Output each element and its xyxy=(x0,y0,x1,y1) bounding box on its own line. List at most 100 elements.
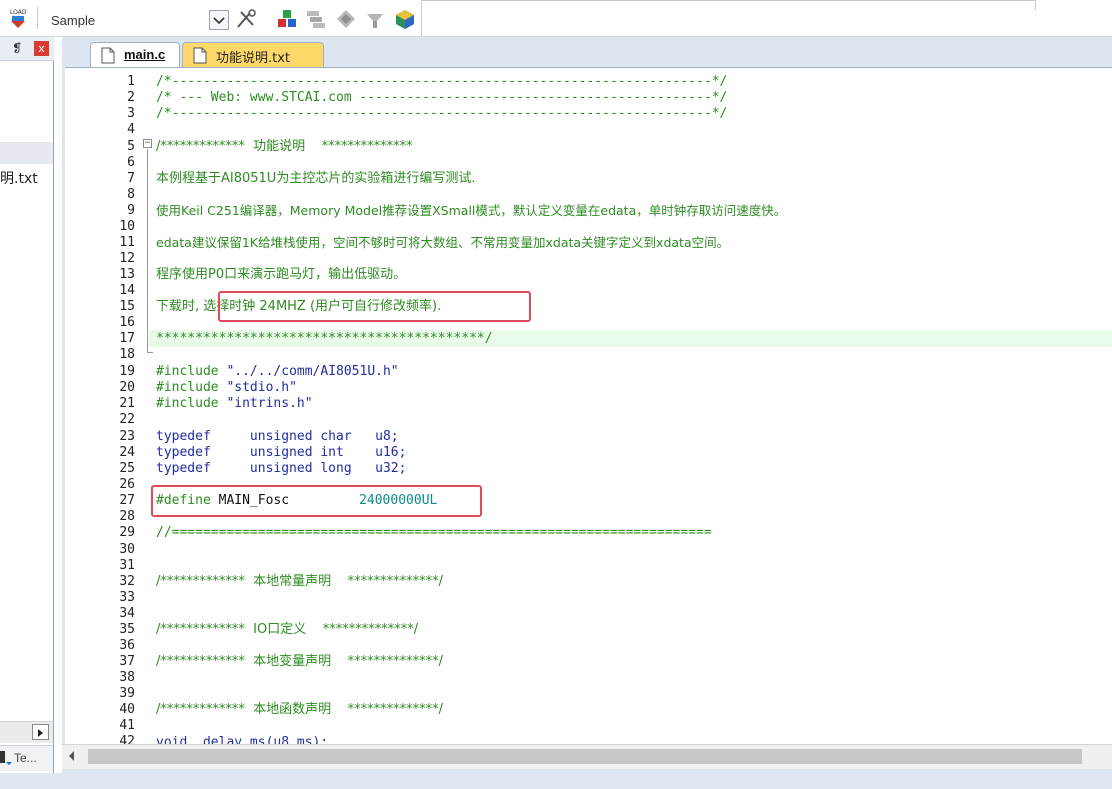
project-tree-selection xyxy=(0,142,53,164)
toolbar-divider xyxy=(1035,0,1036,10)
code-line-13: 程序使用P0口来演示跑马灯，输出低驱动。 xyxy=(156,267,407,282)
line-number: 21 xyxy=(119,396,135,411)
line-number: 23 xyxy=(119,429,135,444)
code-line-15-prefix: 下载时, xyxy=(156,299,204,314)
line-number: 35 xyxy=(119,622,135,637)
target-options-button[interactable] xyxy=(235,8,257,30)
pack-installer-button[interactable] xyxy=(394,8,416,30)
line-number: 12 xyxy=(119,251,135,266)
code-line-3: /*--------------------------------------… xyxy=(156,106,728,121)
line-number: 8 xyxy=(127,187,135,202)
code-line-20: #include "stdio.h" xyxy=(156,380,297,396)
line-number: 1 xyxy=(127,74,135,89)
line-number: 28 xyxy=(119,509,135,524)
load-label: LOAD xyxy=(10,9,27,16)
code-line-17: ****************************************… xyxy=(156,331,493,346)
project-tree-item-file[interactable]: 明.txt xyxy=(0,168,38,188)
code-line-25: typedef unsigned long u32; xyxy=(156,461,407,476)
code-line-11: edata建议保留1K给堆栈使用，空间不够时可将大数组、不常用变量加xdata关… xyxy=(156,235,730,250)
line-number: 2 xyxy=(127,90,135,105)
toolbar: LOAD Sample xyxy=(0,0,1112,37)
load-icon: LOAD xyxy=(10,9,27,28)
project-panel-tab-label: Te... xyxy=(14,751,37,765)
line-number: 25 xyxy=(119,461,135,476)
preprocessor-keyword: #include xyxy=(156,380,219,395)
code-line-37: /************* 本地变量声明 **************/ xyxy=(156,654,444,669)
line-number: 41 xyxy=(119,718,135,733)
line-number: 19 xyxy=(119,364,135,379)
scroll-right-button[interactable] xyxy=(32,724,49,740)
line-number: 31 xyxy=(119,558,135,573)
line-number: 32 xyxy=(119,574,135,589)
manage-runtime-icon xyxy=(367,14,383,28)
line-number: 38 xyxy=(119,670,135,685)
close-icon[interactable]: x xyxy=(34,41,49,56)
manage-runtime-button[interactable] xyxy=(364,8,386,30)
file-extensions-button[interactable] xyxy=(305,8,327,30)
project-panel-hscrollbar[interactable] xyxy=(0,721,53,743)
select-packs-button[interactable] xyxy=(335,8,357,30)
scroll-left-icon[interactable] xyxy=(68,751,76,764)
line-number: 10 xyxy=(119,219,135,234)
target-dropdown-button[interactable] xyxy=(209,10,229,30)
code-line-1: /*--------------------------------------… xyxy=(156,74,728,89)
highlight-box-main-fosc xyxy=(151,485,482,517)
line-number: 39 xyxy=(119,686,135,701)
line-number: 14 xyxy=(119,283,135,298)
file-icon xyxy=(101,47,115,64)
project-panel-tab-templates[interactable]: Te... xyxy=(0,745,53,771)
code-line-32: /************* 本地常量声明 **************/ xyxy=(156,574,444,589)
tab-label: 功能说明.txt xyxy=(216,51,291,66)
code-editor[interactable]: − 1 2 3 4 5 6 7 8 9 10 11 12 13 14 15 16… xyxy=(65,67,1112,744)
line-number: 13 xyxy=(119,267,135,282)
line-number: 11 xyxy=(119,235,135,250)
line-number: 29 xyxy=(119,525,135,540)
toolbar-top-border xyxy=(421,0,1036,1)
line-number: 33 xyxy=(119,590,135,605)
project-panel-header: ❡ x xyxy=(0,37,54,61)
tab-label: main.c xyxy=(124,47,166,62)
code-line-23: typedef unsigned char u8; xyxy=(156,429,399,444)
editor-hscrollbar[interactable] xyxy=(62,744,1112,769)
target-select[interactable]: Sample xyxy=(44,10,230,32)
scrollbar-thumb[interactable] xyxy=(88,749,1082,764)
line-number: 9 xyxy=(127,203,135,218)
code-line-24: typedef unsigned int u16; xyxy=(156,445,407,460)
preprocessor-keyword: #include xyxy=(156,364,219,379)
line-number: 7 xyxy=(127,171,135,186)
fold-collapse-icon[interactable]: − xyxy=(143,139,152,148)
toolbar-separator xyxy=(37,7,38,29)
line-number: 42 xyxy=(119,734,135,744)
toolbar-group-divider xyxy=(421,0,422,37)
line-number: 26 xyxy=(119,477,135,492)
line-number: 30 xyxy=(119,542,135,557)
code-line-9: 使用Keil C251编译器，Memory Model推荐设置XSmall模式，… xyxy=(156,203,787,218)
tab-main-c[interactable]: main.c xyxy=(90,42,180,67)
line-number: 36 xyxy=(119,638,135,653)
select-packs-icon xyxy=(337,10,355,28)
preprocessor-keyword: #include xyxy=(156,396,219,411)
editor-frame: main.c 功能说明.txt − 1 2 3 4 5 6 7 8 9 10 1… xyxy=(62,37,1112,773)
file-icon xyxy=(193,47,207,64)
project-panel: ❡ x 明.txt Te... xyxy=(0,37,54,773)
target-select-value: Sample xyxy=(51,13,96,28)
line-number: 40 xyxy=(119,702,135,717)
include-path: "intrins.h" xyxy=(218,396,313,411)
code-line-7: 本例程基于AI8051U为主控芯片的实验箱进行编写测试. xyxy=(156,171,476,186)
fold-guide-end xyxy=(147,352,153,353)
tab-function-description-txt[interactable]: 功能说明.txt xyxy=(182,42,324,67)
manage-components-button[interactable] xyxy=(276,8,298,30)
code-line-5: /************* 功能说明 ************** xyxy=(156,139,413,154)
line-number: 3 xyxy=(127,106,135,121)
pin-icon[interactable]: ❡ xyxy=(12,41,24,55)
templates-icon xyxy=(0,751,12,765)
chevron-down-icon xyxy=(213,17,225,25)
load-button[interactable]: LOAD xyxy=(6,6,30,30)
code-line-40: /************* 本地函数声明 **************/ xyxy=(156,702,444,717)
line-number: 27 xyxy=(119,493,135,508)
line-number: 20 xyxy=(119,380,135,395)
line-number: 17 xyxy=(119,331,135,346)
line-number: 24 xyxy=(119,445,135,460)
code-line-42: void delay_ms(u8 ms); xyxy=(156,735,329,744)
code-line-35: /************* IO口定义 **************/ xyxy=(156,622,419,637)
